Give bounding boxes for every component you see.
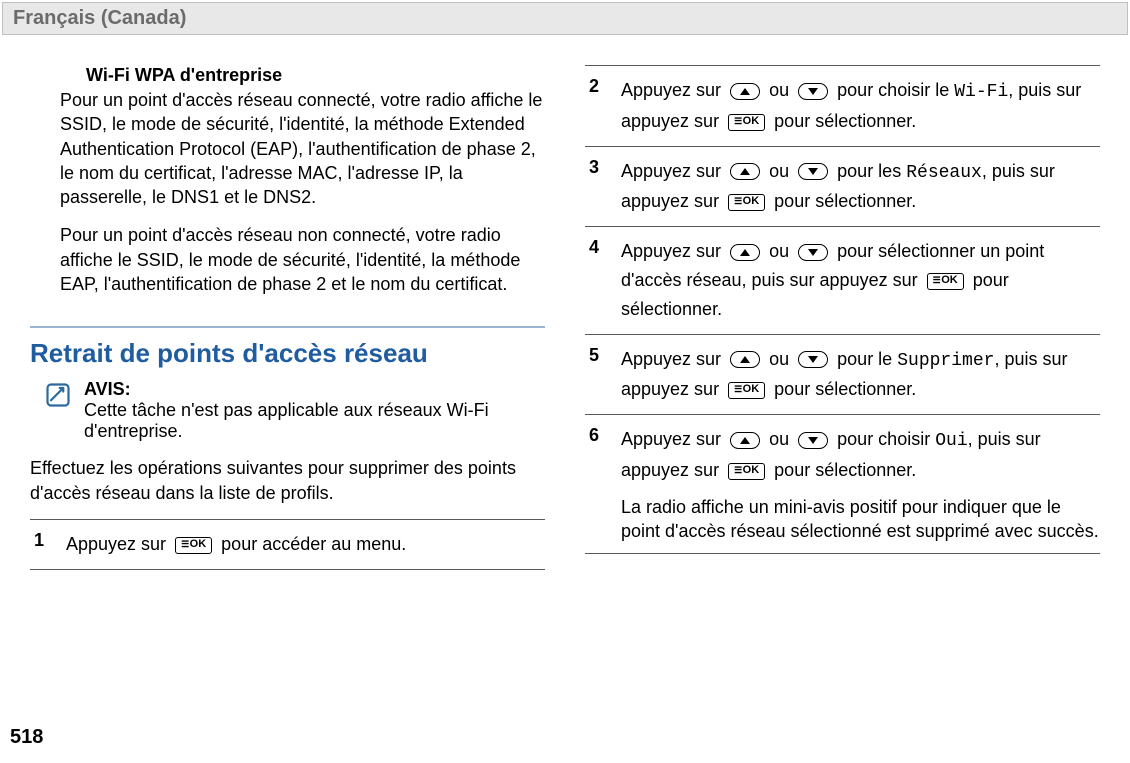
up-arrow-icon: [730, 244, 760, 261]
ok-button-icon: OK: [175, 537, 212, 554]
page-number: 518: [10, 726, 43, 749]
step-text: pour sélectionner.: [774, 191, 916, 211]
notice-box: AVIS: Cette tâche n'est pas applicable a…: [30, 379, 545, 442]
step-number: 5: [589, 341, 599, 370]
code-text: Supprimer: [897, 351, 994, 371]
steps-left: 1 Appuyez sur OK pour accéder au menu.: [30, 519, 545, 570]
intro-para-2: Pour un point d'accès réseau non connect…: [60, 223, 545, 296]
step-text: Appuyez sur: [621, 429, 721, 449]
step-text: ou: [769, 241, 789, 261]
step-text: pour sélectionner.: [774, 111, 916, 131]
step-1: 1 Appuyez sur OK pour accéder au menu.: [30, 519, 545, 570]
step-text: Appuyez sur: [66, 534, 166, 554]
step-number: 2: [589, 72, 599, 101]
up-arrow-icon: [730, 351, 760, 368]
step-text: pour choisir le: [837, 80, 949, 100]
down-arrow-icon: [798, 83, 828, 100]
ok-button-icon: OK: [927, 273, 964, 290]
intro-block: Wi-Fi WPA d'entreprise Pour un point d'a…: [30, 65, 545, 296]
left-column: Wi-Fi WPA d'entreprise Pour un point d'a…: [30, 65, 545, 570]
up-arrow-icon: [730, 83, 760, 100]
intro-para-1: Pour un point d'accès réseau connecté, v…: [60, 88, 545, 209]
step-number: 3: [589, 153, 599, 182]
language-header: Français (Canada): [2, 2, 1128, 35]
down-arrow-icon: [798, 351, 828, 368]
step-result: La radio affiche un mini-avis positif po…: [621, 495, 1100, 544]
sub-heading: Wi-Fi WPA d'entreprise: [60, 65, 545, 86]
section-title: Retrait de points d'accès réseau: [30, 338, 545, 369]
note-icon: [44, 381, 72, 409]
page-body: Wi-Fi WPA d'entreprise Pour un point d'a…: [0, 35, 1130, 570]
step-5: 5 Appuyez sur ou pour le Supprimer, puis…: [585, 334, 1100, 415]
step-text: Appuyez sur: [621, 349, 721, 369]
step-6: 6 Appuyez sur ou pour choisir Oui, puis …: [585, 414, 1100, 554]
step-number: 6: [589, 421, 599, 450]
up-arrow-icon: [730, 163, 760, 180]
step-text: Appuyez sur: [621, 241, 721, 261]
code-text: Oui: [935, 431, 967, 451]
step-number: 1: [34, 526, 44, 555]
step-text: pour sélectionner.: [774, 379, 916, 399]
step-text: Appuyez sur: [621, 80, 721, 100]
step-text: pour les: [837, 161, 901, 181]
code-text: Réseaux: [906, 163, 982, 183]
step-text: pour le: [837, 349, 892, 369]
step-text: pour accéder au menu.: [221, 534, 406, 554]
lead-paragraph: Effectuez les opérations suivantes pour …: [30, 456, 545, 505]
down-arrow-icon: [798, 432, 828, 449]
section-divider: [30, 326, 545, 328]
up-arrow-icon: [730, 432, 760, 449]
step-2: 2 Appuyez sur ou pour choisir le Wi-Fi, …: [585, 65, 1100, 146]
notice-label: AVIS:: [84, 379, 131, 399]
notice-text: Cette tâche n'est pas applicable aux rés…: [84, 400, 489, 441]
ok-button-icon: OK: [728, 194, 765, 211]
notice-body: AVIS: Cette tâche n'est pas applicable a…: [84, 379, 545, 442]
right-column: 2 Appuyez sur ou pour choisir le Wi-Fi, …: [585, 65, 1100, 570]
step-text: Appuyez sur: [621, 161, 721, 181]
step-text: ou: [769, 80, 789, 100]
step-text: ou: [769, 161, 789, 181]
step-number: 4: [589, 233, 599, 262]
ok-button-icon: OK: [728, 114, 765, 131]
code-text: Wi-Fi: [954, 82, 1008, 102]
step-text: ou: [769, 429, 789, 449]
steps-right: 2 Appuyez sur ou pour choisir le Wi-Fi, …: [585, 65, 1100, 554]
step-text: ou: [769, 349, 789, 369]
step-3: 3 Appuyez sur ou pour les Réseaux, puis …: [585, 146, 1100, 227]
down-arrow-icon: [798, 163, 828, 180]
ok-button-icon: OK: [728, 463, 765, 480]
down-arrow-icon: [798, 244, 828, 261]
step-text: pour sélectionner.: [774, 460, 916, 480]
step-4: 4 Appuyez sur ou pour sélectionner un po…: [585, 226, 1100, 333]
ok-button-icon: OK: [728, 382, 765, 399]
step-text: pour choisir: [837, 429, 930, 449]
